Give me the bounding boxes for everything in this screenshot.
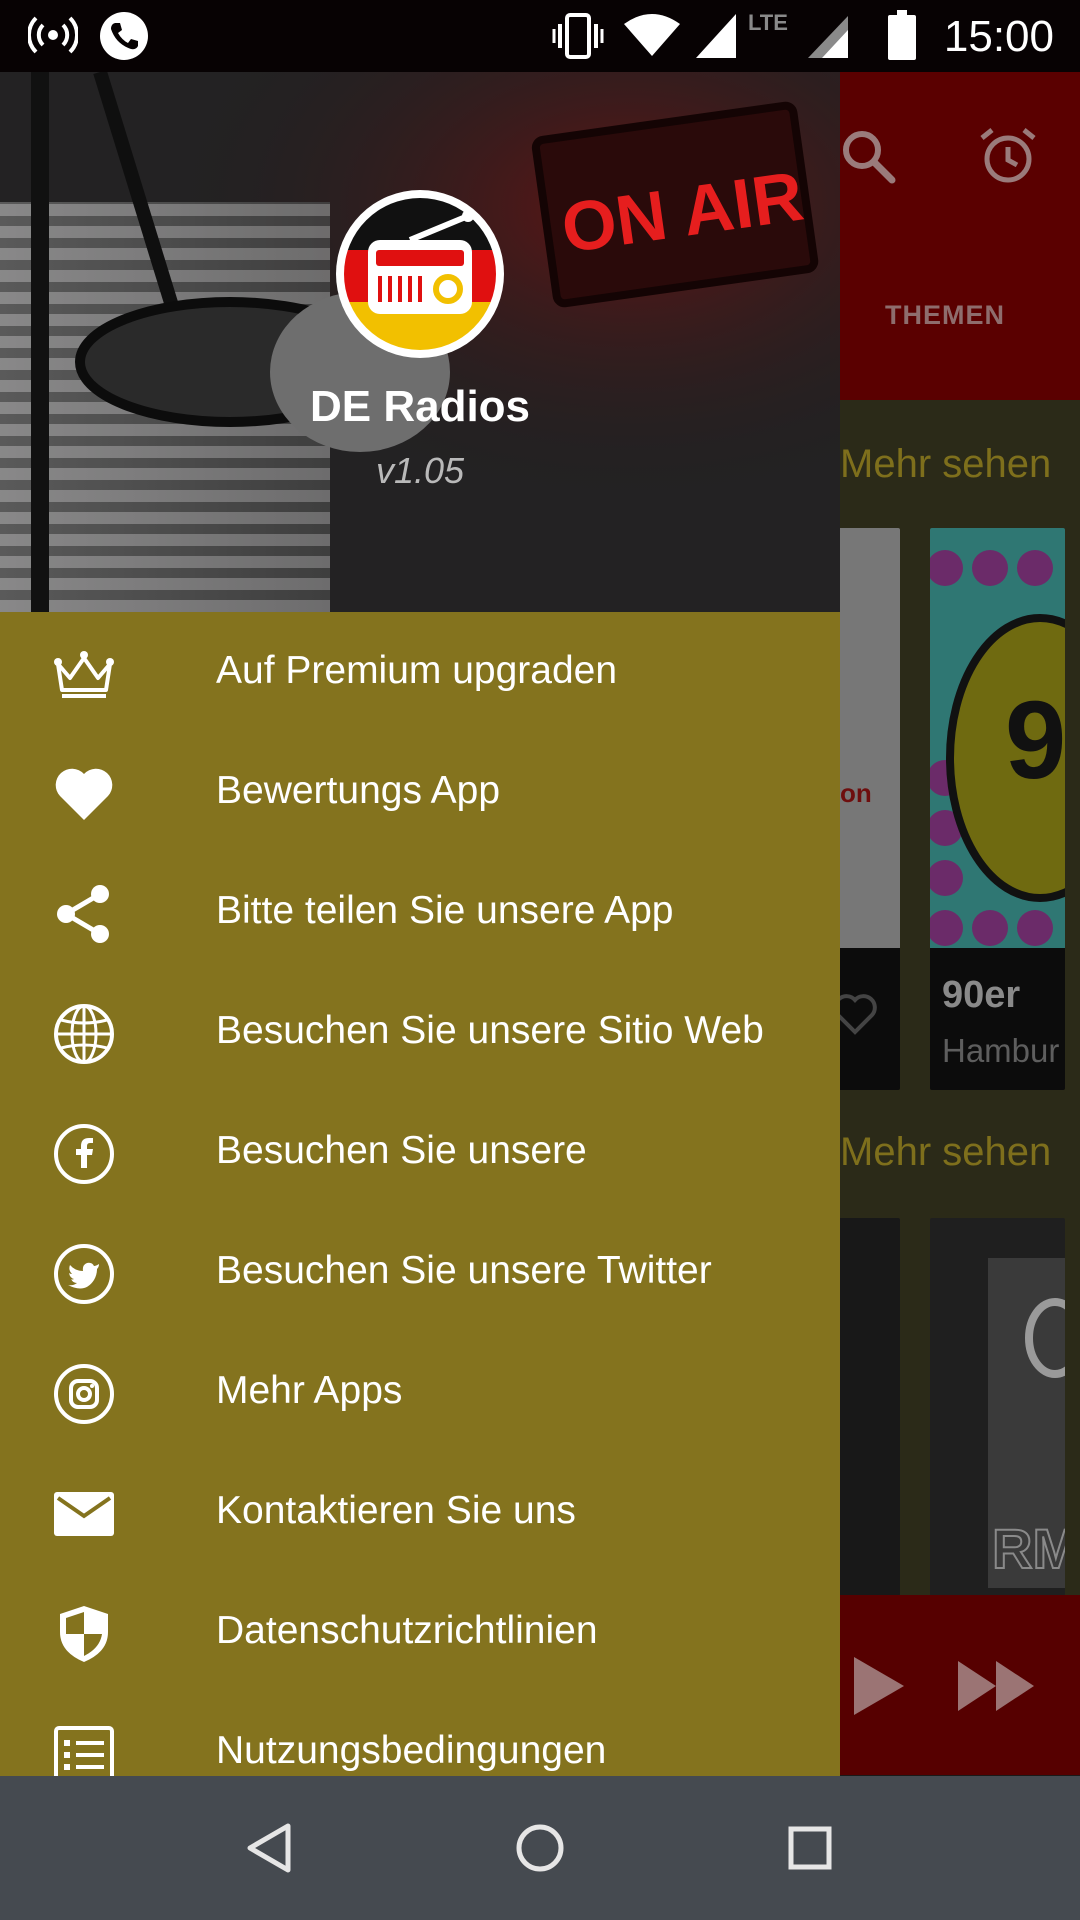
section-more-link[interactable]: Mehr sehen [840,442,1051,487]
crown-icon [54,651,114,698]
station-card[interactable]: 9 90er Hambur [930,528,1065,1090]
station-card[interactable]: RM [930,1218,1065,1596]
menu-item-label: Besuchen Sie unsere Sitio Web [216,1009,764,1052]
menu-item-label: Kontaktieren Sie uns [216,1489,576,1532]
twitter-icon [54,1244,114,1304]
menu-item-privacy[interactable]: Datenschutzrichtlinien [0,1572,840,1692]
menu-item-terms[interactable]: Nutzungsbedingungen [0,1692,840,1776]
station-logo-rm: RM [988,1258,1065,1588]
status-time: 15:00 [943,12,1054,61]
app-logo [336,190,504,358]
menu-item-rate-app[interactable]: Bewertungs App [0,732,840,852]
menu-item-label: Auf Premium upgraden [216,649,618,692]
tab-themen[interactable]: THEMEN [860,300,1030,331]
station-logo-text: RM [992,1517,1065,1580]
fast-forward-icon[interactable] [958,1661,1034,1711]
station-logo-text: 9 [1005,679,1065,802]
menu-item-label: Mehr Apps [216,1369,403,1412]
menu-item-contact[interactable]: Kontaktieren Sie uns [0,1452,840,1572]
share-icon [57,885,109,943]
menu-item-facebook[interactable]: Besuchen Sie unsere [0,1092,840,1212]
menu-item-label: Besuchen Sie unsere Twitter [216,1249,712,1292]
heart-icon [55,768,113,820]
hotspot-icon [28,16,78,54]
station-logo-90er: 9 [930,528,1065,948]
search-icon[interactable] [838,126,898,186]
facebook-icon [54,1124,114,1184]
navigation-drawer: ON AIR DE Radios v1.05 Auf Premium upgra… [0,72,840,1776]
menu-item-premium[interactable]: Auf Premium upgraden [0,612,840,732]
list-icon [54,1726,114,1776]
menu-item-label: Besuchen Sie unsere [216,1129,587,1172]
system-navigation-bar [0,1776,1080,1920]
section-more-link[interactable]: Mehr sehen [840,1130,1051,1175]
shield-icon [60,1606,108,1662]
phone-call-icon [100,12,148,60]
menu-item-website[interactable]: Besuchen Sie unsere Sitio Web [0,972,840,1092]
alarm-clock-icon[interactable] [976,124,1040,188]
menu-item-label: Datenschutzrichtlinien [216,1609,598,1652]
mail-icon [54,1492,114,1536]
menu-item-label: Bewertungs App [216,769,501,812]
signal-icon [696,14,736,58]
vibrate-icon [552,13,604,59]
menu-item-label: Nutzungsbedingungen [216,1729,607,1772]
home-icon[interactable] [508,1816,572,1880]
battery-icon [888,10,916,60]
wifi-icon [624,14,680,56]
drawer-menu: Auf Premium upgraden Bewertungs App Bitt… [0,612,840,1776]
card-logo-text: on [840,778,872,808]
drawer-header: ON AIR DE Radios v1.05 [0,72,840,612]
station-title: 90er [942,974,1021,1016]
station-subtitle: Hambur [942,1032,1060,1069]
recents-icon[interactable] [778,1816,842,1880]
instagram-icon [54,1364,114,1424]
menu-item-more-apps[interactable]: Mehr Apps [0,1332,840,1452]
menu-item-label: Bitte teilen Sie unsere App [216,889,674,932]
app-name: DE Radios [309,382,531,431]
play-icon[interactable] [852,1655,906,1717]
app-version: v1.05 [375,450,465,491]
status-bar: LTE 15:00 [0,0,1080,72]
globe-icon [54,1004,114,1064]
back-icon[interactable] [238,1816,302,1880]
menu-item-share[interactable]: Bitte teilen Sie unsere App [0,852,840,972]
signal-lte-icon [808,16,848,58]
menu-item-twitter[interactable]: Besuchen Sie unsere Twitter [0,1212,840,1332]
network-type-label: LTE [748,10,788,35]
